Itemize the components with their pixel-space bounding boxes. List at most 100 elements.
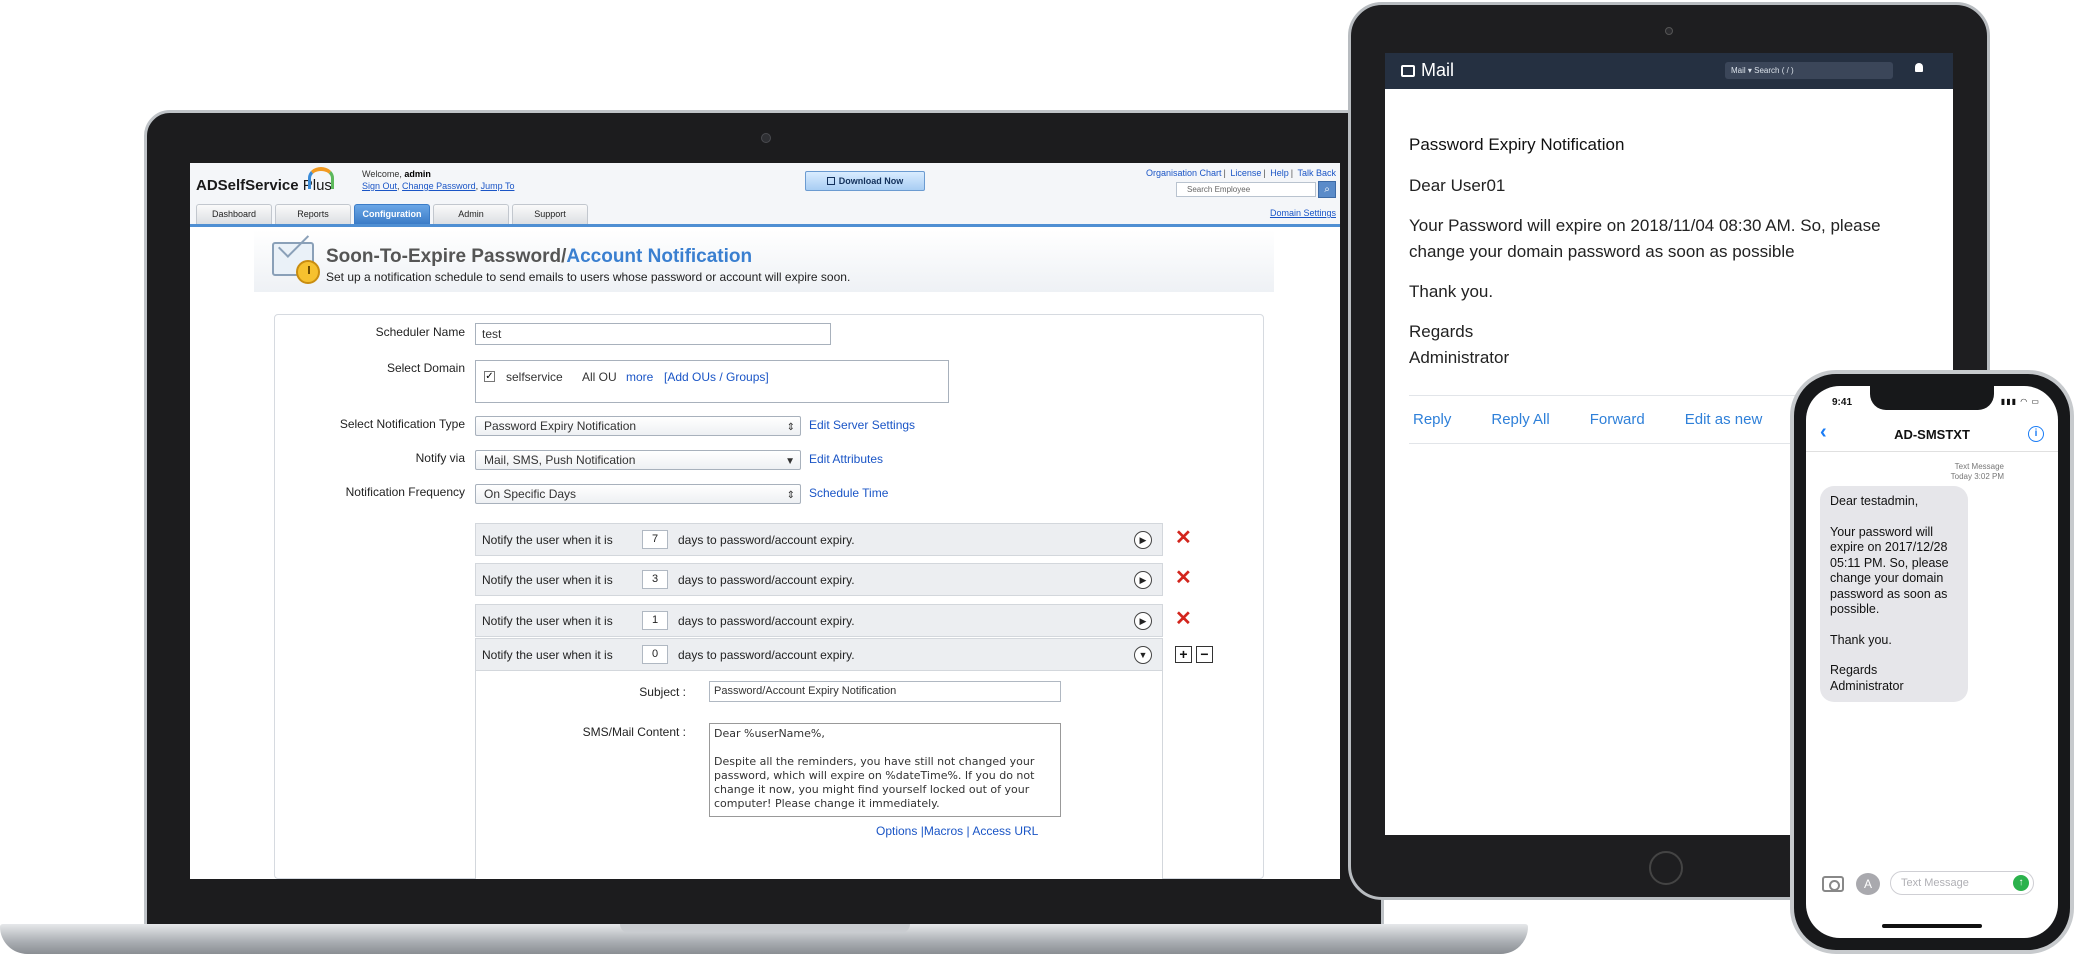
frequency-select[interactable]: On Specific Days ⇕ xyxy=(475,484,801,504)
notify-via-select[interactable]: Mail, SMS, Push Notification ▼ xyxy=(475,450,801,470)
app-store-icon[interactable]: A xyxy=(1856,873,1880,895)
message-placeholder: Text Message xyxy=(1901,877,1969,889)
download-icon xyxy=(826,177,835,185)
mail-app-name: Mail xyxy=(1421,60,1455,80)
main-tabs: Dashboard Reports Configuration Admin Su… xyxy=(196,204,588,224)
macros-link[interactable]: |Macros xyxy=(921,824,963,838)
search-icon[interactable]: ⌕ xyxy=(1318,181,1336,198)
sign-out-link[interactable]: Sign Out xyxy=(362,181,397,191)
laptop-notch xyxy=(620,924,910,933)
days-input[interactable]: 0 xyxy=(642,645,668,664)
delete-icon[interactable]: ✕ xyxy=(1175,609,1192,629)
select-arrows-icon: ⇕ xyxy=(786,422,795,433)
mail-body: Dear User01 Your Password will expire on… xyxy=(1409,173,1929,371)
send-icon[interactable]: ↑ xyxy=(2013,875,2029,891)
tab-admin[interactable]: Admin xyxy=(433,204,509,224)
message-meta: Text Message Today 3:02 PM xyxy=(1806,462,2004,482)
expand-icon[interactable]: ▶ xyxy=(1134,531,1152,549)
domain-more-link[interactable]: more xyxy=(626,370,653,384)
sms-thanks: Thank you. xyxy=(1830,632,1892,647)
tab-reports[interactable]: Reports xyxy=(275,204,351,224)
days-input[interactable]: 3 xyxy=(642,570,668,589)
clock-icon xyxy=(296,260,320,284)
camera-icon[interactable] xyxy=(1822,876,1844,892)
notification-type-value: Password Expiry Notification xyxy=(484,419,637,433)
notify-row: Notify the user when it is 3 days to pas… xyxy=(475,563,1163,596)
talk-back-link[interactable]: Talk Back xyxy=(1297,168,1336,178)
mail-icon xyxy=(1401,65,1415,77)
notify-suffix: days to password/account expiry. xyxy=(678,614,855,628)
forward-button[interactable]: Forward xyxy=(1590,411,1645,428)
info-icon[interactable]: i xyxy=(2028,426,2044,442)
notification-type-label: Select Notification Type xyxy=(339,417,465,431)
mail-regards: Regards xyxy=(1409,322,1474,341)
add-icon[interactable]: + xyxy=(1175,646,1192,663)
select-arrows-icon: ⇕ xyxy=(786,490,795,501)
bell-icon[interactable] xyxy=(1915,63,1923,72)
domain-checkbox[interactable]: ✓ xyxy=(484,371,495,382)
tab-dashboard[interactable]: Dashboard xyxy=(196,204,272,224)
download-label: Download Now xyxy=(838,176,904,186)
access-url-link[interactable]: Access URL xyxy=(972,824,1038,838)
title-part1: Soon-To-Expire Password/ xyxy=(326,246,567,267)
remove-icon[interactable]: − xyxy=(1196,646,1213,663)
notify-suffix: days to password/account expiry. xyxy=(678,648,855,662)
schedule-time-link[interactable]: Schedule Time xyxy=(809,486,888,500)
expand-icon[interactable]: ▶ xyxy=(1134,612,1152,630)
jump-to-link[interactable]: Jump To xyxy=(481,181,515,191)
subject-label: Subject : xyxy=(639,685,686,699)
change-password-link[interactable]: Change Password xyxy=(402,181,476,191)
welcome-label: Welcome, xyxy=(362,169,402,179)
expand-icon[interactable]: ▶ xyxy=(1134,571,1152,589)
logo-arc-icon xyxy=(308,167,334,189)
license-link[interactable]: License xyxy=(1230,168,1261,178)
laptop-device: ADSelfService Plus Welcome, admin Sign O… xyxy=(144,110,1384,930)
notification-type-select[interactable]: Password Expiry Notification ⇕ xyxy=(475,416,801,436)
frequency-label: Notification Frequency xyxy=(345,485,465,499)
domain-ou: All OU xyxy=(582,370,617,384)
tablet-camera xyxy=(1665,27,1673,35)
org-chart-link[interactable]: Organisation Chart xyxy=(1146,168,1222,178)
tab-support[interactable]: Support xyxy=(512,204,588,224)
scheduler-name-input[interactable]: test xyxy=(475,323,831,345)
employee-search-input[interactable]: Search Employee xyxy=(1176,182,1316,197)
sms-body: Your password will expire on 2017/12/28 … xyxy=(1830,524,1949,617)
notify-suffix: days to password/account expiry. xyxy=(678,533,855,547)
content-greeting: Dear %userName%, xyxy=(714,727,825,740)
domain-settings-link[interactable]: Domain Settings xyxy=(1270,208,1336,218)
sms-regards: Regards xyxy=(1830,663,1878,677)
mail-app-bar: Mail Mail ▾ Search ( / ) xyxy=(1385,53,1953,89)
delete-icon[interactable]: ✕ xyxy=(1175,528,1192,548)
content-label: SMS/Mail Content : xyxy=(582,725,686,739)
days-input[interactable]: 1 xyxy=(642,611,668,630)
content-textarea[interactable]: Dear %userName%, Despite all the reminde… xyxy=(709,723,1061,817)
download-now-button[interactable]: Download Now xyxy=(805,171,925,191)
logo-text: ADSelfService xyxy=(196,177,299,194)
subject-input[interactable]: Password/Account Expiry Notification xyxy=(709,681,1061,702)
tab-configuration[interactable]: Configuration xyxy=(354,204,430,224)
home-indicator xyxy=(1882,924,1982,928)
link-separator: | xyxy=(966,824,970,838)
contact-name: AD-SMSTXT xyxy=(1894,427,1970,442)
collapse-icon[interactable]: ▼ xyxy=(1134,646,1152,664)
reply-all-button[interactable]: Reply All xyxy=(1491,411,1549,428)
days-input[interactable]: 7 xyxy=(642,530,668,549)
edit-server-settings-link[interactable]: Edit Server Settings xyxy=(809,418,915,432)
mail-logo[interactable]: Mail xyxy=(1401,60,1454,81)
home-button[interactable] xyxy=(1649,851,1683,885)
help-link[interactable]: Help xyxy=(1270,168,1289,178)
mail-search-input[interactable]: Mail ▾ Search ( / ) xyxy=(1725,62,1893,79)
delete-icon[interactable]: ✕ xyxy=(1175,568,1192,588)
laptop-screen: ADSelfService Plus Welcome, admin Sign O… xyxy=(190,163,1340,879)
options-link[interactable]: Options xyxy=(876,824,917,838)
add-ous-groups-link[interactable]: [Add OUs / Groups] xyxy=(664,370,769,384)
notify-prefix: Notify the user when it is xyxy=(482,614,613,628)
phone-device: 9:41 ▮▮▮ ◠ ▭ ‹ AD-SMSTXT i Text Message … xyxy=(1790,370,2074,954)
message-input[interactable]: Text Message ↑ xyxy=(1890,871,2034,895)
reply-button[interactable]: Reply xyxy=(1413,411,1451,428)
notify-prefix: Notify the user when it is xyxy=(482,648,613,662)
phone-notch xyxy=(1870,386,1994,410)
edit-attributes-link[interactable]: Edit Attributes xyxy=(809,452,883,466)
edit-as-new-button[interactable]: Edit as new xyxy=(1685,411,1763,428)
sms-signature: Administrator xyxy=(1830,678,1904,693)
